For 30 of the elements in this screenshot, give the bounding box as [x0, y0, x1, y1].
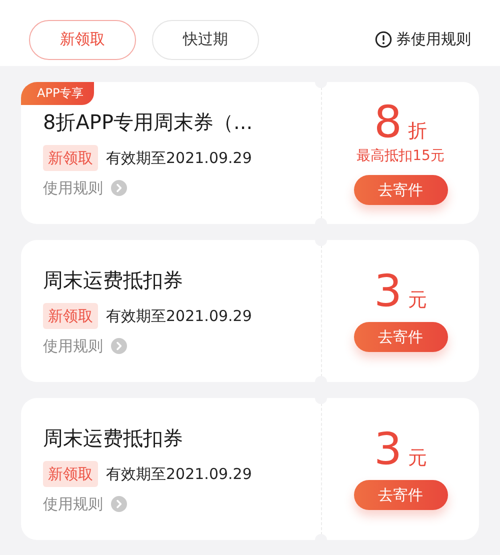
discount-amount: 3 — [374, 428, 402, 472]
validity-date: 有效期至2021.09.29 — [106, 306, 252, 326]
rules-link[interactable]: 券使用规则 — [375, 28, 471, 51]
app-badge: APP专享 — [21, 82, 94, 105]
coupon-title: 8折APP专用周末券（... — [43, 108, 254, 136]
chevron-icon[interactable] — [111, 496, 127, 512]
max-discount-note: 最高抵扣15元 — [356, 146, 444, 166]
amount-unit: 折 — [408, 119, 427, 144]
discount-amount: 8 — [374, 101, 402, 146]
chevron-icon[interactable] — [111, 338, 127, 354]
new-tag: 新领取 — [43, 144, 98, 171]
coupon-title: 周末运费抵扣券 — [43, 266, 184, 294]
chevron-icon[interactable] — [111, 180, 127, 196]
rules-link[interactable]: 使用规则 — [43, 335, 103, 358]
rules-link[interactable]: 使用规则 — [43, 177, 103, 200]
validity-date: 有效期至2021.09.29 — [106, 148, 252, 168]
new-tag: 新领取 — [43, 460, 98, 487]
coupon-title: 周末运费抵扣券 — [43, 424, 184, 452]
filter-tab[interactable]: 新领取 — [29, 20, 136, 60]
send-button[interactable]: 去寄件 — [354, 322, 448, 352]
new-tag: 新领取 — [43, 302, 98, 329]
validity-date: 有效期至2021.09.29 — [106, 464, 252, 484]
amount-unit: 元 — [408, 288, 427, 313]
send-button[interactable]: 去寄件 — [354, 480, 448, 510]
amount-unit: 元 — [408, 446, 427, 471]
info-icon — [375, 31, 392, 48]
rules-link[interactable]: 使用规则 — [43, 493, 103, 516]
discount-amount: 3 — [374, 270, 402, 314]
filter-tab[interactable]: 快过期 — [152, 20, 259, 60]
send-button[interactable]: 去寄件 — [354, 174, 448, 205]
